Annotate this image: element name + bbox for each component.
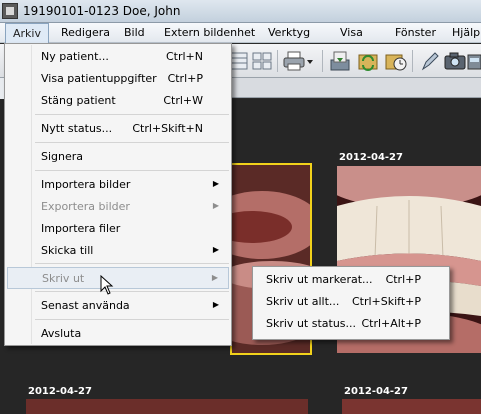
menu-item-skriv-ut-allt[interactable]: Skriv ut allt... Ctrl+Skift+P bbox=[255, 291, 447, 313]
menu-visa[interactable]: Visa bbox=[340, 26, 363, 39]
menu-item-importera-filer[interactable]: Importera filer bbox=[7, 218, 229, 240]
menu-separator bbox=[35, 142, 229, 143]
pen-icon[interactable] bbox=[418, 49, 442, 73]
toolbar-separator bbox=[412, 50, 413, 72]
menu-item-stang-patient[interactable]: Stäng patient Ctrl+W bbox=[7, 90, 229, 112]
window-title: 19190101-0123 Doe, John bbox=[23, 4, 181, 18]
menu-item-skriv-ut-status[interactable]: Skriv ut status... Ctrl+Alt+P bbox=[255, 313, 447, 335]
scanner-icon[interactable] bbox=[467, 49, 481, 73]
image-date-label: 2012-04-27 bbox=[339, 152, 403, 163]
submenu-arrow-icon: ▶ bbox=[212, 300, 219, 309]
menu-verktyg[interactable]: Verktyg bbox=[268, 26, 310, 39]
menu-item-skriv-ut[interactable]: Skriv ut ▶ bbox=[7, 267, 229, 289]
menu-separator bbox=[35, 319, 229, 320]
image-date-label: 2012-04-27 bbox=[344, 386, 408, 397]
history-icon[interactable] bbox=[384, 49, 408, 73]
image-thumbnail[interactable] bbox=[342, 399, 481, 414]
menu-redigera[interactable]: Redigera bbox=[61, 26, 110, 39]
menu-item-nytt-status[interactable]: Nytt status... Ctrl+Skift+N bbox=[7, 118, 229, 140]
toolbar-separator bbox=[277, 50, 278, 72]
arkiv-menu: Ny patient... Ctrl+N Visa patientuppgift… bbox=[4, 43, 232, 346]
submenu-arrow-icon: ▶ bbox=[212, 179, 219, 188]
print-icon[interactable] bbox=[282, 49, 306, 73]
submenu-arrow-icon: ▶ bbox=[212, 245, 219, 254]
app-icon bbox=[2, 3, 18, 19]
menu-item-skriv-ut-markerat[interactable]: Skriv ut markerat... Ctrl+P bbox=[255, 269, 447, 291]
mouse-cursor-icon bbox=[100, 275, 114, 295]
image-date-label: 2012-04-27 bbox=[28, 386, 92, 397]
camera-icon[interactable] bbox=[443, 49, 467, 73]
image-thumbnail[interactable] bbox=[26, 399, 308, 414]
menu-item-importera-bilder[interactable]: Importera bilder ▶ bbox=[7, 174, 229, 196]
menu-extern-bildenhet[interactable]: Extern bildenhet bbox=[164, 26, 255, 39]
menu-item-avsluta[interactable]: Avsluta bbox=[7, 323, 229, 345]
submenu-arrow-icon: ▶ bbox=[211, 273, 218, 282]
menu-item-senast-anvanda[interactable]: Senast använda ▶ bbox=[7, 295, 229, 317]
sync-icon[interactable] bbox=[356, 49, 380, 73]
menu-arkiv[interactable]: Arkiv bbox=[5, 23, 49, 44]
menu-item-ny-patient[interactable]: Ny patient... Ctrl+N bbox=[7, 46, 229, 68]
menu-hjalp[interactable]: Hjälp bbox=[452, 26, 480, 39]
menu-item-exportera-bilder[interactable]: Exportera bilder ▶ bbox=[7, 196, 229, 218]
menu-separator bbox=[35, 291, 229, 292]
menu-item-skicka-till[interactable]: Skicka till ▶ bbox=[7, 240, 229, 262]
toolbar-separator bbox=[322, 50, 323, 72]
submenu-arrow-icon: ▶ bbox=[212, 201, 219, 210]
grid-icon[interactable] bbox=[250, 49, 274, 73]
menu-item-visa-patientuppgifter[interactable]: Visa patientuppgifter Ctrl+P bbox=[7, 68, 229, 90]
menu-fonster[interactable]: Fönster bbox=[395, 26, 436, 39]
menu-separator bbox=[35, 170, 229, 171]
dropdown-arrow-icon[interactable] bbox=[305, 49, 317, 73]
menu-item-signera[interactable]: Signera bbox=[7, 146, 229, 168]
skriv-ut-submenu: Skriv ut markerat... Ctrl+P Skriv ut all… bbox=[252, 266, 450, 340]
menu-bild[interactable]: Bild bbox=[124, 26, 145, 39]
download-icon[interactable] bbox=[328, 49, 352, 73]
title-bar: 19190101-0123 Doe, John bbox=[0, 0, 481, 23]
menu-separator bbox=[35, 263, 229, 264]
menu-separator bbox=[35, 114, 229, 115]
menu-bar: Arkiv Redigera Bild Extern bildenhet Ver… bbox=[0, 23, 481, 44]
